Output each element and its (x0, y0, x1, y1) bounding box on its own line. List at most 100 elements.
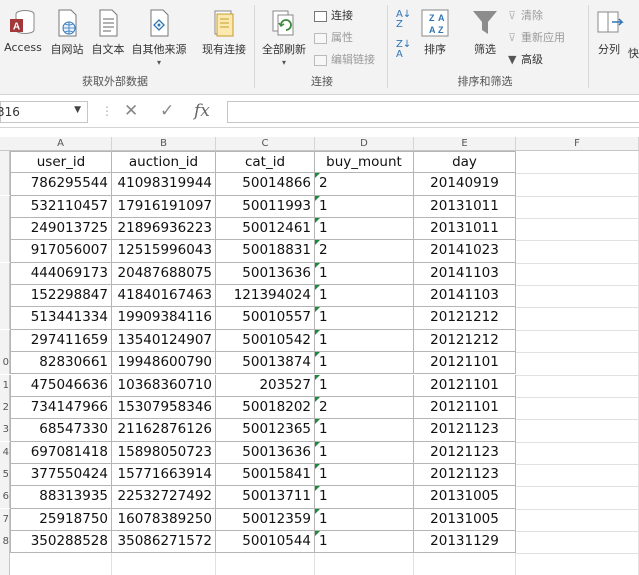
data-cell[interactable]: 41840167463 (112, 285, 216, 308)
data-cell[interactable]: 444069173 (10, 262, 112, 286)
data-cell[interactable]: 50014866 (216, 173, 315, 196)
data-cell[interactable]: 50010544 (216, 530, 315, 554)
data-cell[interactable]: 20121101 (414, 352, 516, 375)
data-cell[interactable]: 15771663914 (112, 463, 216, 487)
data-cell[interactable]: 16078389250 (112, 508, 216, 531)
data-cell[interactable]: 734147966 (10, 396, 112, 420)
data-cell[interactable]: 20487688075 (112, 262, 216, 286)
data-cell[interactable]: 1 (315, 307, 414, 330)
row-header[interactable] (0, 240, 10, 263)
row-header[interactable]: 8 (0, 530, 10, 553)
data-cell[interactable]: 20131005 (414, 508, 516, 531)
row-header[interactable]: 4 (0, 441, 10, 464)
data-cell[interactable]: 50010557 (216, 307, 315, 330)
column-header-f[interactable]: F (516, 137, 639, 151)
data-cell[interactable]: 1 (315, 262, 414, 286)
data-cell[interactable]: 12515996043 (112, 240, 216, 263)
existing-connections-button[interactable]: 现有连接 (197, 8, 251, 57)
from-other-sources-button[interactable]: 自其他来源 ▾ (128, 8, 190, 67)
data-cell[interactable]: 297411659 (10, 329, 112, 353)
row-header[interactable] (0, 307, 10, 330)
header-cell[interactable]: cat_id (216, 151, 315, 174)
data-cell[interactable]: 786295544 (10, 173, 112, 196)
data-cell[interactable]: 1 (315, 195, 414, 219)
name-box[interactable]: 316 ▼ (0, 101, 88, 123)
data-cell[interactable]: 475046636 (10, 374, 112, 397)
data-cell[interactable]: 152298847 (10, 285, 112, 308)
data-cell[interactable]: 82830661 (10, 352, 112, 375)
data-cell[interactable]: 88313935 (10, 486, 112, 509)
data-cell[interactable]: 2 (315, 173, 414, 196)
data-cell[interactable]: 15898050723 (112, 441, 216, 464)
data-cell[interactable]: 20140919 (414, 173, 516, 196)
data-cell[interactable]: 50013636 (216, 262, 315, 286)
row-header[interactable] (0, 553, 10, 575)
data-cell[interactable]: 20131011 (414, 218, 516, 241)
data-cell[interactable]: 50013636 (216, 441, 315, 464)
data-cell[interactable]: 50018202 (216, 396, 315, 420)
data-cell[interactable]: 68547330 (10, 419, 112, 442)
edit-links-button[interactable]: 编辑链接 (314, 51, 375, 67)
data-cell[interactable]: 19909384116 (112, 307, 216, 330)
data-cell[interactable]: 249013725 (10, 218, 112, 241)
data-cell[interactable]: 25918750 (10, 508, 112, 531)
data-cell[interactable]: 1 (315, 374, 414, 397)
filter-button[interactable]: 筛选 (468, 8, 502, 57)
data-cell[interactable]: 22532727492 (112, 486, 216, 509)
header-cell[interactable]: user_id (10, 151, 112, 174)
data-cell[interactable]: 15307958346 (112, 396, 216, 420)
data-cell[interactable]: 20141103 (414, 262, 516, 286)
clear-filter-button[interactable]: ⊽ 清除 (508, 7, 543, 23)
data-cell[interactable]: 41098319944 (112, 173, 216, 196)
refresh-all-button[interactable]: 全部刷新 ▾ (258, 8, 310, 67)
data-cell[interactable]: 17916191097 (112, 195, 216, 219)
column-header-d[interactable]: D (315, 137, 414, 151)
data-cell[interactable]: 1 (315, 218, 414, 241)
row-header[interactable]: 2 (0, 396, 10, 419)
data-cell[interactable]: 50013711 (216, 486, 315, 509)
column-header-b[interactable]: B (112, 137, 216, 151)
sort-ascending-button[interactable]: A↓ Z (396, 10, 411, 30)
sort-button[interactable]: Z A A Z 排序 (418, 8, 452, 57)
data-cell[interactable]: 20121123 (414, 463, 516, 487)
data-cell[interactable]: 20121101 (414, 396, 516, 420)
data-cell[interactable]: 50013874 (216, 352, 315, 375)
data-cell[interactable]: 20131005 (414, 486, 516, 509)
row-header[interactable] (0, 173, 10, 196)
row-header[interactable]: 7 (0, 508, 10, 531)
data-cell[interactable]: 1 (315, 352, 414, 375)
advanced-filter-button[interactable]: ▼ 高级 (508, 51, 543, 67)
connections-button[interactable]: 连接 (314, 7, 353, 23)
data-cell[interactable]: 1 (315, 441, 414, 464)
cancel-icon[interactable]: ✕ (124, 101, 138, 121)
row-header[interactable]: 1 (0, 374, 10, 397)
select-all-corner[interactable] (0, 137, 10, 151)
column-header-a[interactable]: A (10, 137, 112, 151)
row-header[interactable] (0, 218, 10, 241)
data-cell[interactable]: 35086271572 (112, 530, 216, 554)
data-cell[interactable]: 50011993 (216, 195, 315, 219)
row-header[interactable]: 5 (0, 463, 10, 486)
data-cell[interactable]: 377550424 (10, 463, 112, 487)
header-cell[interactable]: buy_mount (315, 151, 414, 174)
data-cell[interactable]: 50015841 (216, 463, 315, 487)
data-cell[interactable]: 203527 (216, 374, 315, 397)
data-cell[interactable]: 19948600790 (112, 352, 216, 375)
data-cell[interactable]: 350288528 (10, 530, 112, 554)
data-cell[interactable]: 697081418 (10, 441, 112, 464)
data-cell[interactable]: 20121123 (414, 419, 516, 442)
data-cell[interactable]: 20121123 (414, 441, 516, 464)
sort-descending-button[interactable]: Z↓ A (396, 40, 411, 60)
row-header[interactable] (0, 151, 10, 173)
data-cell[interactable]: 20141023 (414, 240, 516, 263)
text-to-columns-button[interactable]: 分列 (592, 8, 626, 57)
data-cell[interactable]: 21896936223 (112, 218, 216, 241)
data-cell[interactable]: 50012461 (216, 218, 315, 241)
column-header-c[interactable]: C (216, 137, 315, 151)
data-cell[interactable]: 20121101 (414, 374, 516, 397)
flash-fill-button[interactable]: 快 (628, 45, 639, 61)
row-header[interactable] (0, 195, 10, 218)
reapply-button[interactable]: ⊽ 重新应用 (508, 29, 565, 45)
data-cell[interactable]: 10368360710 (112, 374, 216, 397)
row-header[interactable]: 3 (0, 419, 10, 442)
